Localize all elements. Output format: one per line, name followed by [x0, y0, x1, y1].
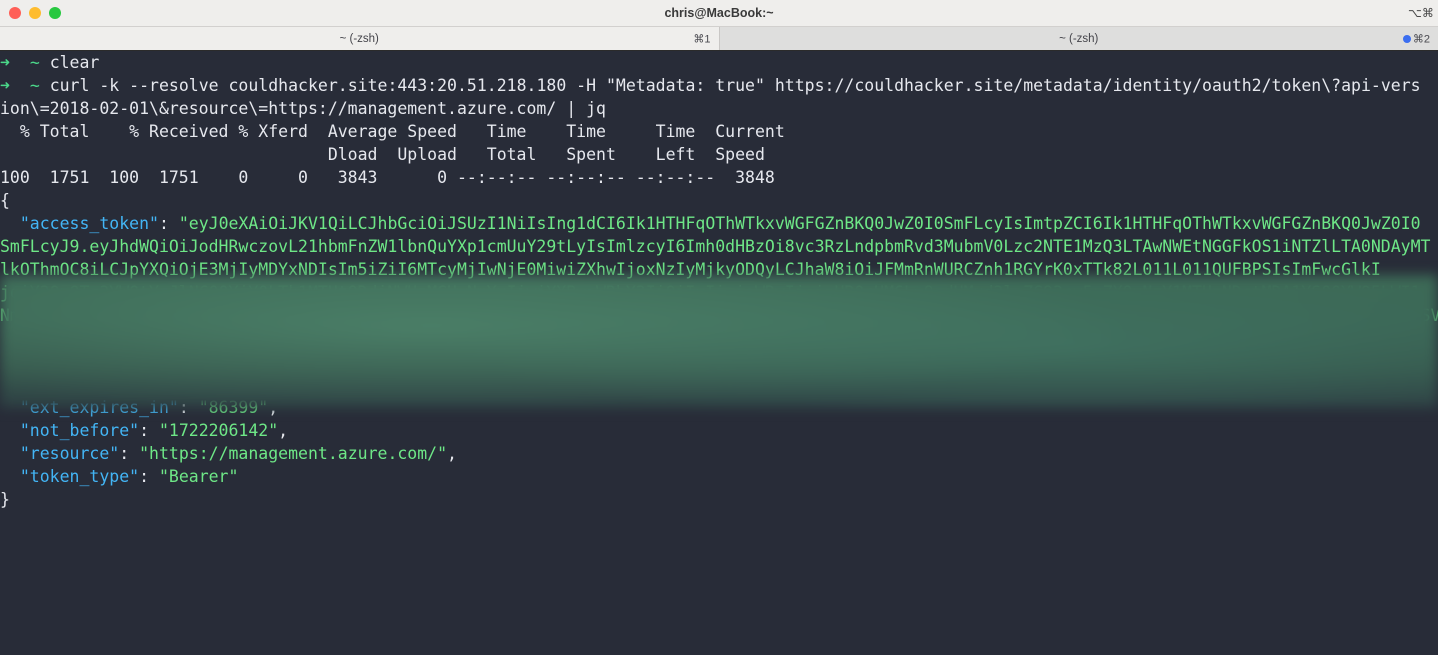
terminal-line: NmUtMDQ0MDIxOWQ5OGY4LyIsImlkdHlwIjoiYXBw… [0, 304, 1438, 327]
tab-label: ~ (-zsh) [340, 33, 379, 45]
window-title: chris@MacBook:~ [664, 6, 773, 20]
prompt-arrow-icon: ➜ [0, 53, 30, 72]
json-colon: : [129, 329, 149, 348]
json-key: "resource" [0, 444, 119, 463]
json-key: "access_token" [0, 214, 159, 233]
terminal-line: ➜ ~ curl -k --resolve couldhacker.site:4… [0, 74, 1438, 97]
terminal-text: ion\=2018-02-01\&resource\=https://manag… [0, 99, 606, 118]
json-comma: , [268, 398, 278, 417]
prompt-cwd: ~ [30, 76, 50, 95]
traffic-lights [9, 0, 61, 26]
terminal-line: "access_token": "eyJ0eXAiOiJKV1QiLCJhbGc… [0, 212, 1438, 235]
json-brace: } [0, 490, 10, 509]
minimize-window-button[interactable] [29, 7, 41, 19]
terminal-line: { [0, 189, 1438, 212]
json-comma: , [278, 375, 288, 394]
json-colon: : [139, 375, 159, 394]
prompt-command: curl -k --resolve couldhacker.site:443:2… [50, 76, 1421, 95]
terminal-line: "not_before": "1722206142", [0, 419, 1438, 442]
terminal-line: ➜ ~ clear [0, 51, 1438, 74]
json-value: "https://management.azure.com/" [139, 444, 447, 463]
json-value-continued: SmFLcyJ9.eyJhdWQiOiJodHRwczovL21hbmFnZW1… [0, 237, 1430, 256]
terminal-line: % Total % Received % Xferd Average Speed… [0, 120, 1438, 143]
json-key: "expires_in" [0, 352, 139, 371]
terminal-line: "expires_on": "1722292842", [0, 373, 1438, 396]
tab-shortcut: ⌘1 [693, 32, 710, 45]
terminal-output[interactable]: ➜ ~ clear➜ ~ curl -k --resolve couldhack… [0, 51, 1438, 655]
tab-shortcut: ⌘2 [1413, 32, 1430, 45]
json-key: "not_before" [0, 421, 139, 440]
terminal-line: 100 1751 100 1751 0 0 3843 0 --:--:-- --… [0, 166, 1438, 189]
terminal-line: "expires_in": "86114", [0, 350, 1438, 373]
terminal-line: lkOThmOC8iLCJpYXQiOjE3MjIyMDYxNDIsIm5iZi… [0, 258, 1438, 281]
json-colon: : [179, 398, 199, 417]
terminal-line: SmFLcyJ9.eyJhdWQiOiJodHRwczovL21hbmFnZW1… [0, 235, 1438, 258]
json-key: "ext_expires_in" [0, 398, 179, 417]
titlebar-shortcut-hint: ⌥⌘ [1408, 0, 1438, 26]
close-window-button[interactable] [9, 7, 21, 19]
terminal-line: ion\=2018-02-01\&resource\=https://manag… [0, 97, 1438, 120]
prompt-arrow-icon: ➜ [0, 76, 30, 95]
tab-activity-indicator-icon [1403, 35, 1411, 43]
json-colon: : [139, 421, 159, 440]
terminal-line: "ext_expires_in": "86399", [0, 396, 1438, 419]
terminal-line: "client_id": "cd2986ad-c2e4-4b64-9515-87… [0, 327, 1438, 350]
json-colon: : [159, 214, 179, 233]
json-comma: , [278, 421, 288, 440]
json-comma: , [447, 444, 457, 463]
terminal-line: "resource": "https://management.azure.co… [0, 442, 1438, 465]
tab-zsh-1[interactable]: ~ (-zsh) ⌘1 [0, 27, 720, 50]
terminal-text: % Total % Received % Xferd Average Speed… [0, 122, 785, 141]
terminal-line: joiY2QyOTg2YWQtYzJlNC00YjY0LTk1MTUtODdiN… [0, 281, 1438, 304]
json-brace: { [0, 191, 10, 210]
json-value: "86399" [199, 398, 269, 417]
maximize-window-button[interactable] [49, 7, 61, 19]
json-value: "86114" [159, 352, 229, 371]
json-colon: : [119, 444, 139, 463]
terminal-text: Dload Upload Total Spent Left Speed [0, 145, 765, 164]
window-titlebar: chris@MacBook:~ ⌥⌘ [0, 0, 1438, 27]
json-value-continued: lkOThmOC8iLCJpYXQiOjE3MjIyMDYxNDIsIm5iZi… [0, 260, 1381, 279]
json-colon: : [139, 467, 159, 486]
json-comma: , [229, 352, 239, 371]
json-key: "client_id" [0, 329, 129, 348]
terminal-line: } [0, 488, 1438, 511]
json-value: "cd2986ad-c2e4-4b64-9515-87b5e30e06f1" [149, 329, 527, 348]
terminal-line: Dload Upload Total Spent Left Speed [0, 143, 1438, 166]
tab-label: ~ (-zsh) [1059, 33, 1098, 45]
json-value-continued: joiY2QyOTg2YWQtYzJlNC00YjY0LTk1MTUtODdiN… [0, 283, 1421, 302]
tab-zsh-2[interactable]: ~ (-zsh) ⌘2 [720, 27, 1438, 50]
json-value: "1722206142" [159, 421, 278, 440]
terminal-text: 100 1751 100 1751 0 0 3843 0 --:--:-- --… [0, 168, 775, 187]
json-value: "eyJ0eXAiOiJKV1QiLCJhbGciOiJSUzI1NiIsIng… [179, 214, 1421, 233]
json-value-continued: NmUtMDQ0MDIxOWQ5OGY4LyIsImlkdHlwIjoiYXBw… [0, 306, 1438, 325]
prompt-cwd: ~ [30, 53, 50, 72]
json-value: "Bearer" [159, 467, 238, 486]
json-key: "expires_on" [0, 375, 139, 394]
json-value: "1722292842" [159, 375, 278, 394]
tab-bar: ~ (-zsh) ⌘1 ~ (-zsh) ⌘2 [0, 27, 1438, 51]
json-comma: , [527, 329, 537, 348]
json-colon: : [139, 352, 159, 371]
json-key: "token_type" [0, 467, 139, 486]
terminal-line: "token_type": "Bearer" [0, 465, 1438, 488]
prompt-command: clear [50, 53, 100, 72]
